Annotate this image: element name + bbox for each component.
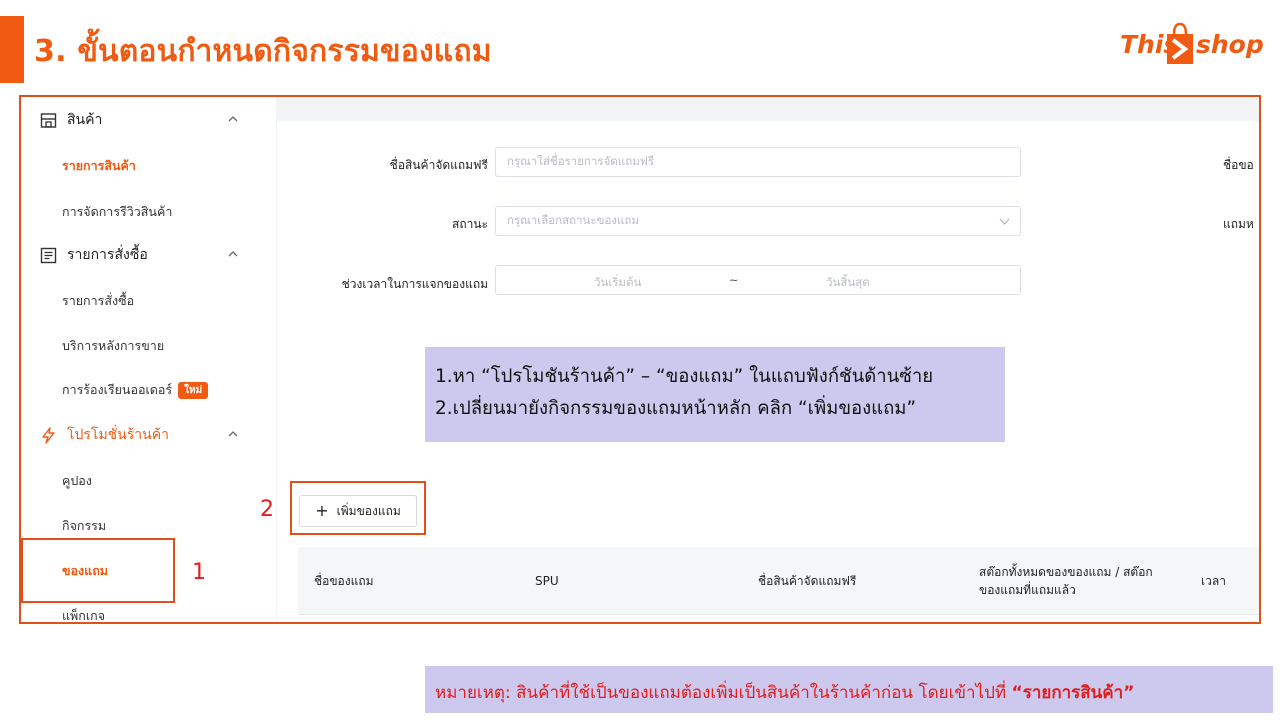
instruction-line-1: 1.หา “โปรโมชันร้านค้า” – “ของแถม” ในแถบฟ… — [435, 366, 934, 387]
chevron-up-icon — [228, 251, 238, 257]
column-header-spu: SPU — [535, 574, 559, 588]
sidebar-item-order-complaints[interactable]: การร้องเรียนออเดอร์ ใหม่ — [62, 380, 209, 400]
range-separator: ~ — [729, 273, 739, 287]
instruction-line-2: 2.เปลี่ยนมายังกิจกรรมของแถมหน้าหลัก คลิก… — [435, 398, 917, 419]
sidebar-item-packages[interactable]: แพ็กเกจ — [62, 606, 105, 622]
sidebar-group-label: รายการสั่งซื้อ — [67, 247, 148, 263]
sidebar-group-products[interactable]: สินค้า — [39, 109, 238, 131]
slide-title: 3. ขั้นตอนกำหนดกิจกรรมของแถม — [34, 34, 492, 69]
gift-name-input[interactable]: กรุณาใส่ชื่อรายการจัดแถมฟรี — [495, 147, 1021, 177]
gift-name-filter-label-cut: ชื่อขอ — [1223, 158, 1254, 172]
sidebar-item-activities[interactable]: กิจกรรม — [62, 516, 106, 536]
sidebar-item-review-management[interactable]: การจัดการรีวิวสินค้า — [62, 202, 172, 222]
sidebar-item-after-sales[interactable]: บริการหลังการขาย — [62, 336, 164, 356]
column-header-time: เวลา — [1201, 574, 1226, 588]
start-date-placeholder[interactable]: วันเริ่มต้น — [594, 274, 641, 292]
sidebar-item-coupons[interactable]: คูปอง — [62, 471, 92, 491]
logo-text-shop: shop — [1196, 30, 1264, 59]
thisshop-logo: This shop — [1118, 20, 1268, 70]
title-accent-bar — [0, 16, 24, 83]
note-emphasis: “รายการสินค้า” — [1011, 683, 1135, 703]
sidebar-item-label: การร้องเรียนออเดอร์ — [62, 382, 173, 397]
list-icon — [39, 246, 57, 264]
note-text: หมายเหตุ: สินค้าที่ใช้เป็นของแถมต้องเพิ่… — [435, 683, 1012, 703]
sidebar-group-orders[interactable]: รายการสั่งซื้อ — [39, 244, 238, 266]
chevron-up-icon — [228, 431, 238, 437]
shopping-bag-icon — [1167, 22, 1193, 64]
instruction-callout: 1.หา “โปรโมชันร้านค้า” – “ของแถม” ในแถบฟ… — [425, 347, 1005, 442]
column-header-gift-name: ชื่อของแถม — [314, 574, 374, 588]
slide: 3. ขั้นตอนกำหนดกิจกรรมของแถม This shop ส… — [0, 0, 1280, 720]
step-number-1: 1 — [192, 560, 206, 585]
sidebar-item-orders[interactable]: รายการสั่งซื้อ — [62, 291, 134, 311]
note-box: หมายเหตุ: สินค้าที่ใช้เป็นของแถมต้องเพิ่… — [425, 666, 1273, 713]
store-icon — [39, 111, 57, 129]
gift-name-label: ชื่อสินค้าจัดแถมฟรี — [389, 158, 488, 172]
column-header-stock: สต๊อกทั้งหมดของของแถม / สต๊อกของแถมที่แถ… — [979, 565, 1153, 597]
lightning-icon — [39, 426, 57, 444]
new-badge: ใหม่ — [178, 382, 209, 399]
sidebar-group-store-promotions[interactable]: โปรโมชั่นร้านค้า — [39, 424, 238, 446]
gift-status-filter-label-cut: แถมห — [1223, 217, 1254, 231]
status-label: สถานะ — [452, 217, 488, 231]
highlight-box-gifts-menu — [21, 538, 175, 603]
chevron-up-icon — [228, 116, 238, 122]
sidebar-item-product-list[interactable]: รายการสินค้า — [62, 156, 136, 176]
status-select[interactable]: กรุณาเลือกสถานะของแถม — [495, 206, 1021, 236]
end-date-placeholder[interactable]: วันสิ้นสุด — [826, 274, 870, 292]
step-number-2: 2 — [260, 497, 274, 522]
sidebar-group-label: โปรโมชั่นร้านค้า — [67, 427, 169, 443]
chevron-down-icon — [999, 218, 1010, 225]
sidebar-group-label: สินค้า — [67, 112, 103, 128]
input-placeholder: กรุณาใส่ชื่อรายการจัดแถมฟรี — [507, 154, 655, 168]
gift-table-header: ชื่อของแถม SPU ชื่อสินค้าจัดแถมฟรี สต๊อก… — [298, 547, 1259, 615]
period-label: ช่วงเวลาในการแจกของแถม — [341, 277, 488, 291]
select-placeholder: กรุณาเลือกสถานะของแถม — [507, 213, 639, 227]
highlight-box-add-gift-button — [290, 481, 426, 535]
date-range-picker[interactable]: วันเริ่มต้น ~ วันสิ้นสุด — [495, 265, 1021, 295]
column-header-free-product-name: ชื่อสินค้าจัดแถมฟรี — [758, 574, 857, 588]
